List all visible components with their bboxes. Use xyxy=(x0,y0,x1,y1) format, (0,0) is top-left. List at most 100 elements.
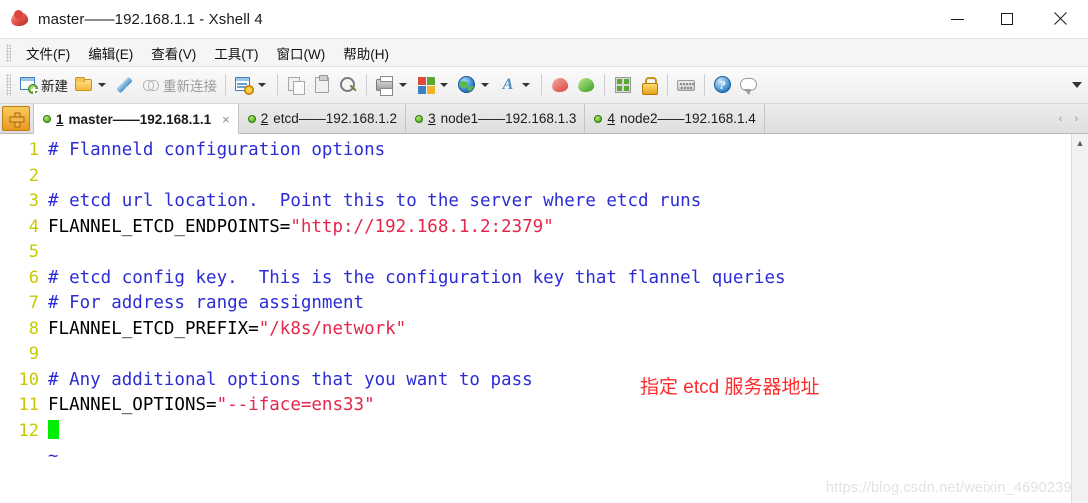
menu-item-tools[interactable]: 工具(T) xyxy=(205,40,267,66)
maximize-button[interactable] xyxy=(982,0,1032,38)
close-button[interactable] xyxy=(1032,0,1088,38)
tab-scroll-right-icon[interactable]: › xyxy=(1074,113,1078,125)
minimize-icon xyxy=(950,18,964,20)
line-number: 11 xyxy=(18,395,39,415)
menu-bar: 文件(F) 编辑(E) 查看(V) 工具(T) 窗口(W) 帮助(H) xyxy=(0,39,1088,67)
toolbar: 新建 重新连接 A ? xyxy=(0,67,1088,104)
close-tab-icon[interactable]: × xyxy=(222,113,230,126)
window-title: master——192.168.1.1 - Xshell 4 xyxy=(38,10,263,28)
menu-item-file[interactable]: 文件(F) xyxy=(17,40,79,66)
chevron-down-icon[interactable] xyxy=(258,83,266,87)
line-content: FLANNEL_ETCD_ENDPOINTS="http://192.168.1… xyxy=(48,215,554,241)
line-number: 6 xyxy=(28,267,39,288)
code-segment-comment: # etcd config key. This is the configura… xyxy=(48,267,786,288)
reconnect-label: 重新连接 xyxy=(163,79,217,94)
menu-item-help[interactable]: 帮助(H) xyxy=(334,40,398,66)
chevron-down-icon[interactable] xyxy=(399,83,407,87)
new-session-button[interactable]: 新建 xyxy=(16,71,71,99)
code-segment-plain: FLANNEL_ETCD_ENDPOINTS= xyxy=(48,216,291,237)
terminal-line: 3 # etcd url location. Point this to the … xyxy=(0,189,1071,215)
find-button[interactable] xyxy=(335,71,361,99)
connect-icon xyxy=(115,75,135,95)
tab-scroll-controls: ‹ › xyxy=(1049,104,1088,133)
connect-button[interactable] xyxy=(112,71,138,99)
chevron-down-icon[interactable] xyxy=(481,83,489,87)
line-content: # Any additional options that you want t… xyxy=(48,368,533,394)
terminal-text-area[interactable]: 1 # Flanneld configuration options 2 3 # etc… xyxy=(0,134,1071,503)
font-button[interactable]: A xyxy=(495,71,536,99)
terminal-line: 8 FLANNEL_ETCD_PREFIX="/k8s/network" xyxy=(0,317,1071,343)
menu-item-view[interactable]: 查看(V) xyxy=(142,40,205,66)
line-number: 12 xyxy=(18,420,39,441)
session-manager-button[interactable] xyxy=(547,71,573,99)
new-session-label: 新建 xyxy=(41,79,68,94)
vertical-scrollbar[interactable]: ▲ xyxy=(1071,134,1088,503)
toolbar-divider xyxy=(541,74,542,96)
open-folder-icon xyxy=(74,75,94,95)
connected-status-icon xyxy=(594,114,603,123)
line-number: 1 xyxy=(28,140,39,160)
minimize-button[interactable] xyxy=(932,0,982,38)
session-log-button[interactable] xyxy=(573,71,599,99)
menu-grip-handle[interactable] xyxy=(6,43,11,62)
keyboard-button xyxy=(673,71,699,99)
scroll-up-icon[interactable]: ▲ xyxy=(1072,134,1088,151)
terminal-line: 2 xyxy=(0,164,1071,190)
annotation-etcd-address: 指定 etcd 服务器地址 xyxy=(640,377,820,398)
new-tab-button[interactable] xyxy=(2,106,30,131)
line-number: 4 xyxy=(28,216,39,237)
paste-button xyxy=(309,71,335,99)
line-content: FLANNEL_OPTIONS="--iface=ens33" xyxy=(48,393,375,419)
lock-button[interactable] xyxy=(636,71,662,99)
web-browser-button[interactable] xyxy=(454,71,495,99)
connected-status-icon xyxy=(247,114,256,123)
menu-item-edit[interactable]: 编辑(E) xyxy=(79,40,142,66)
code-segment-plain: FLANNEL_ETCD_PREFIX= xyxy=(48,318,259,339)
chevron-down-icon[interactable] xyxy=(522,83,530,87)
line-content: FLANNEL_ETCD_PREFIX="/k8s/network" xyxy=(48,317,406,343)
terminal-line: 11 FLANNEL_OPTIONS="--iface=ens33" xyxy=(0,393,1071,419)
terminal-pane[interactable]: 1 # Flanneld configuration options 2 3 # etc… xyxy=(0,134,1088,503)
empty-line-marker: ~ xyxy=(48,446,59,466)
code-segment-comment: # Flanneld configuration options xyxy=(48,140,386,160)
toolbar-divider xyxy=(366,74,367,96)
arrange-tiles-icon xyxy=(613,75,633,95)
line-number: 8 xyxy=(28,318,39,339)
tab-label: node1——192.168.1.3 xyxy=(440,111,577,126)
chevron-down-icon[interactable] xyxy=(440,83,448,87)
session-properties-button[interactable] xyxy=(231,71,272,99)
copy-icon xyxy=(286,75,306,95)
find-icon xyxy=(338,75,358,95)
chevron-down-icon[interactable] xyxy=(98,83,106,87)
tab-session-node1[interactable]: 3 node1——192.168.1.3 xyxy=(406,104,586,133)
chat-button[interactable] xyxy=(736,71,762,99)
font-icon: A xyxy=(502,76,514,93)
xshell-window: master——192.168.1.1 - Xshell 4 文件(F) 编辑(… xyxy=(0,0,1088,503)
connected-status-icon xyxy=(415,114,424,123)
tab-scroll-left-icon[interactable]: ‹ xyxy=(1059,113,1063,125)
tab-index: 1 xyxy=(56,111,64,127)
file-transfer-button[interactable] xyxy=(413,71,454,99)
menu-item-window[interactable]: 窗口(W) xyxy=(268,40,335,66)
toolbar-overflow-icon[interactable] xyxy=(1072,82,1082,88)
tab-session-node2[interactable]: 4 node2——192.168.1.4 xyxy=(585,104,765,133)
toolbar-grip-handle[interactable] xyxy=(6,74,11,96)
print-button[interactable] xyxy=(372,71,413,99)
tab-label: master——192.168.1.1 xyxy=(68,111,212,127)
help-button[interactable]: ? xyxy=(710,71,736,99)
help-icon: ? xyxy=(713,75,733,95)
code-segment-string: "http://192.168.1.2:2379" xyxy=(290,216,554,237)
tab-session-master[interactable]: 1 master——192.168.1.1 × xyxy=(33,104,239,134)
tab-session-etcd[interactable]: 2 etcd——192.168.1.2 xyxy=(239,104,407,133)
toolbar-divider xyxy=(604,74,605,96)
reconnect-button: 重新连接 xyxy=(138,71,220,99)
tab-index: 3 xyxy=(428,111,436,126)
terminal-empty-marker-line: ~ xyxy=(0,444,1071,470)
toolbar-divider xyxy=(667,74,668,96)
tab-bar: 1 master——192.168.1.1 × 2 etcd——192.168.… xyxy=(0,104,1088,134)
line-number: 7 xyxy=(28,293,39,313)
open-session-button[interactable] xyxy=(71,71,112,99)
print-icon xyxy=(375,75,395,96)
toolbar-divider xyxy=(225,74,226,96)
arrange-tiles-button[interactable] xyxy=(610,71,636,99)
